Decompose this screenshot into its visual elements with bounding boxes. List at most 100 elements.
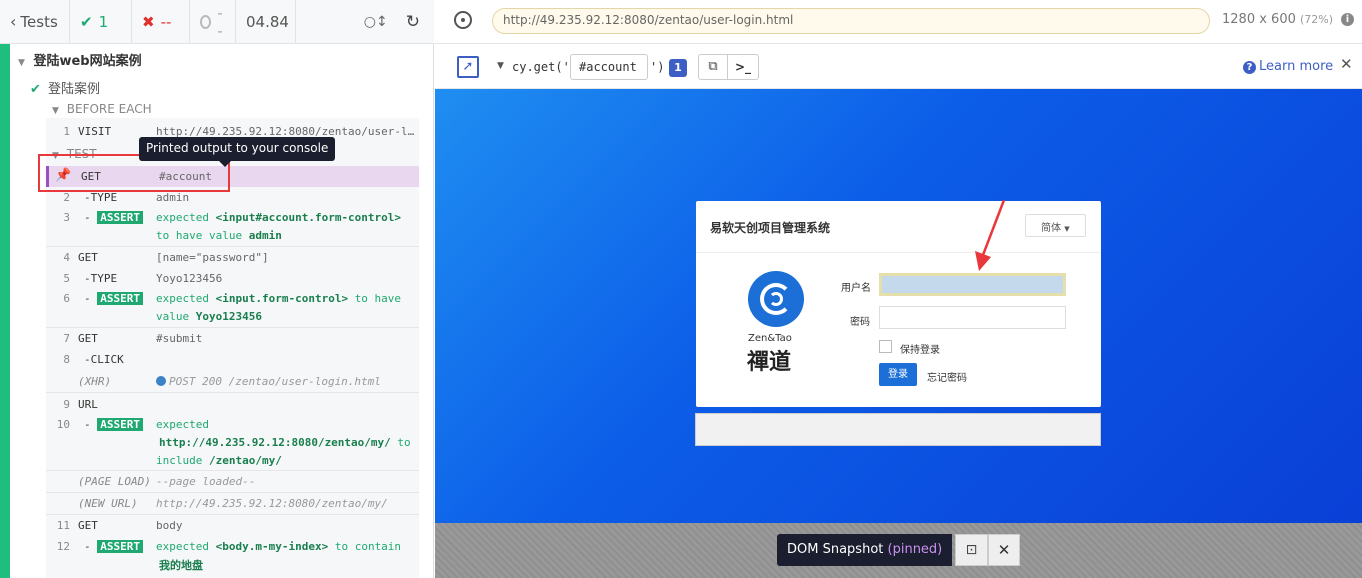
- command-row-assert[interactable]: 6 - ASSERT expected <input.form-control>…: [46, 289, 419, 327]
- assert-text: expected: [156, 292, 209, 305]
- command-name: (PAGE LOAD): [78, 475, 151, 488]
- assert-text: to have: [354, 292, 402, 305]
- selector-prefix: cy.get(': [512, 60, 570, 74]
- suite-title[interactable]: ▼ 登陆web网站案例: [18, 50, 142, 69]
- command-name: - ASSERT: [84, 211, 143, 224]
- selector-suffix: '): [650, 60, 665, 74]
- command-row[interactable]: 9 URL: [46, 395, 419, 415]
- command-name: -TYPE: [84, 272, 118, 285]
- command-number: 10: [56, 418, 70, 431]
- viewport-size: 1280 x 600 (72%): [1222, 12, 1333, 27]
- assert-text: expected: [156, 211, 209, 224]
- cross-icon: ✖: [142, 12, 155, 31]
- language-select[interactable]: 简体 ▼: [1025, 214, 1086, 237]
- logo-caption: Zen&Tao: [748, 333, 792, 344]
- xhr-message: POST 200 /zentao/user-login.html: [169, 375, 381, 388]
- command-row-assert[interactable]: 10 - ASSERT expected http://49.235.92.12…: [46, 415, 419, 471]
- highlight-toggle-button[interactable]: ⊡: [955, 534, 988, 566]
- caret-down-icon: ▼: [18, 58, 25, 68]
- remember-checkbox[interactable]: [879, 340, 892, 353]
- pending-count[interactable]: --: [190, 0, 236, 44]
- back-to-tests-button[interactable]: ‹ Tests: [0, 0, 70, 44]
- test-title[interactable]: ✔ 登陆案例: [30, 78, 100, 97]
- command-row[interactable]: 5 -TYPE Yoyo123456: [46, 269, 419, 289]
- selector-playground: ➚ ▼ cy.get(' #account ') 1 ⧉ >_ ? Learn m…: [435, 45, 1362, 89]
- command-number: 9: [63, 398, 70, 411]
- auto-scroll-toggle-icon[interactable]: ○↕: [364, 14, 388, 30]
- reporter-stats-bar: ‹ Tests ✔ 1 ✖ -- -- 04.84 ○↕ ↻: [0, 0, 434, 44]
- assert-value: 我的地盘: [159, 559, 203, 572]
- copy-selector-button[interactable]: ⧉: [698, 54, 728, 80]
- before-each-hook[interactable]: ▼ BEFORE EACH: [52, 102, 152, 116]
- remember-label: 保持登录: [900, 345, 940, 356]
- test-title-text: 登陆案例: [48, 82, 101, 97]
- url-text: http://49.235.92.12:8080/zentao/user-log…: [503, 13, 794, 27]
- command-row[interactable]: 11 GET body: [46, 516, 419, 536]
- print-to-console-button[interactable]: >_: [727, 54, 759, 80]
- command-row[interactable]: 4 GET [name="password"]: [46, 248, 419, 268]
- command-message: http://49.235.92.12:8080/zentao/my/: [156, 497, 388, 510]
- command-number: 2: [63, 191, 70, 204]
- passed-count[interactable]: ✔ 1: [70, 0, 132, 44]
- command-row-page-load[interactable]: (PAGE LOAD) --page loaded--: [46, 472, 419, 492]
- command-name: VISIT: [78, 125, 112, 138]
- url-bar: http://49.235.92.12:8080/zentao/user-log…: [435, 0, 1362, 44]
- command-number: 5: [63, 272, 70, 285]
- assert-text: to contain: [334, 540, 402, 553]
- rerun-icon[interactable]: ↻: [406, 12, 420, 32]
- command-row-xhr[interactable]: (XHR) POST 200 /zentao/user-login.html: [46, 372, 419, 392]
- logo-swirl-inner: [769, 292, 783, 306]
- command-name: - ASSERT: [84, 292, 143, 305]
- viewport-scale: (72%): [1300, 13, 1334, 26]
- command-number: 7: [63, 332, 70, 345]
- command-name: -TYPE: [84, 191, 118, 204]
- assert-value: /zentao/my/: [208, 454, 282, 467]
- command-message: [name="password"]: [156, 251, 269, 264]
- assert-text: include: [156, 454, 203, 467]
- method-dropdown-icon[interactable]: ▼: [497, 61, 504, 71]
- command-number: 1: [63, 125, 70, 138]
- suite-title-text: 登陆web网站案例: [33, 54, 142, 69]
- url-display[interactable]: http://49.235.92.12:8080/zentao/user-log…: [492, 8, 1210, 34]
- command-name: (NEW URL): [78, 497, 138, 510]
- command-row[interactable]: 2 -TYPE admin: [46, 188, 419, 208]
- divider: [46, 470, 419, 471]
- passed-value: 1: [98, 12, 109, 31]
- command-row-new-url[interactable]: (NEW URL) http://49.235.92.12:8080/zenta…: [46, 494, 419, 514]
- assert-value: Yoyo123456: [195, 310, 262, 323]
- login-footer: [695, 413, 1101, 446]
- command-row[interactable]: 7 GET #submit: [46, 329, 419, 349]
- duration-value: 04.84: [246, 12, 289, 31]
- login-submit-button[interactable]: 登录: [879, 363, 917, 386]
- assert-badge: ASSERT: [97, 540, 143, 553]
- check-icon: ✔: [80, 12, 93, 31]
- password-label: 密码: [850, 317, 870, 328]
- learn-more-link[interactable]: ? Learn more: [1243, 59, 1333, 74]
- command-number: 8: [63, 353, 70, 366]
- info-icon[interactable]: i: [1341, 13, 1354, 26]
- forgot-password-link[interactable]: 忘记密码: [927, 369, 967, 384]
- snapshot-overlay-bar: DOM Snapshot (pinned) ⊡ ✕: [435, 523, 1362, 578]
- failed-count[interactable]: ✖ --: [132, 0, 190, 44]
- pending-value: --: [217, 3, 223, 40]
- command-name: GET: [78, 519, 98, 532]
- command-number: 11: [56, 519, 70, 532]
- assert-subject: <input#account.form-control>: [215, 211, 402, 224]
- chevron-left-icon: ‹: [10, 12, 17, 31]
- selector-input[interactable]: #account: [570, 54, 648, 80]
- assert-badge: ASSERT: [97, 292, 143, 305]
- command-message: #submit: [156, 332, 203, 345]
- command-row-assert[interactable]: 3 - ASSERT expected <input#account.form-…: [46, 208, 419, 246]
- unpin-snapshot-button[interactable]: ✕: [988, 534, 1020, 566]
- before-each-label: BEFORE EACH: [66, 102, 152, 116]
- command-message: Yoyo123456: [156, 272, 223, 285]
- close-icon[interactable]: ✕: [1340, 55, 1353, 73]
- divider: [46, 492, 419, 493]
- selector-pointer-icon[interactable]: ➚: [457, 56, 479, 78]
- tooltip-text: Printed output to your console: [146, 141, 329, 155]
- command-row[interactable]: 8 -CLICK: [46, 350, 419, 370]
- command-name: - ASSERT: [84, 418, 143, 431]
- command-row-assert[interactable]: 12 - ASSERT expected <body.m-my-index> t…: [46, 537, 419, 575]
- password-input[interactable]: [879, 306, 1066, 329]
- command-number: 4: [63, 251, 70, 264]
